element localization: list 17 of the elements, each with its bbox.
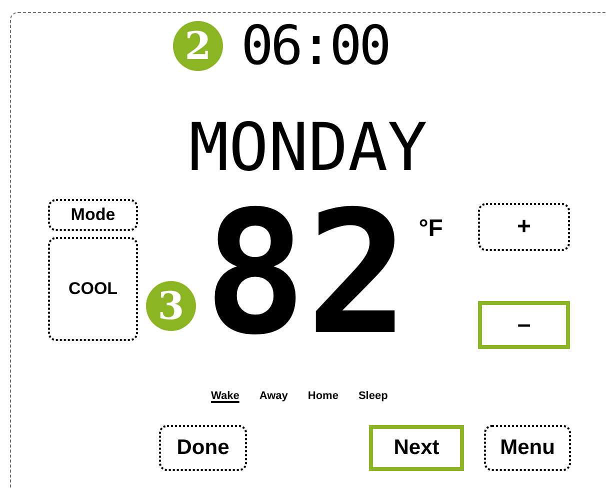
- time-display: 06:00: [241, 20, 389, 72]
- action-button[interactable]: Next: [369, 425, 464, 471]
- temperature-display: 82: [204, 199, 409, 349]
- action-button[interactable]: Menu: [484, 425, 571, 471]
- callout-badge: 3: [146, 281, 196, 331]
- adjust-button[interactable]: +: [478, 203, 570, 251]
- callout-badge: 2: [173, 21, 223, 71]
- mode-value: COOL: [48, 237, 138, 341]
- unit-label: °F: [418, 217, 443, 243]
- day-display: MONDAY: [189, 109, 428, 186]
- period-tab[interactable]: Wake: [211, 389, 240, 403]
- action-button[interactable]: Done: [159, 425, 247, 471]
- adjust-button[interactable]: –: [478, 301, 570, 349]
- period-tab[interactable]: Home: [308, 389, 338, 403]
- mode-button[interactable]: Mode: [48, 199, 138, 231]
- period-tab[interactable]: Away: [259, 389, 288, 403]
- period-tab[interactable]: Sleep: [358, 389, 388, 403]
